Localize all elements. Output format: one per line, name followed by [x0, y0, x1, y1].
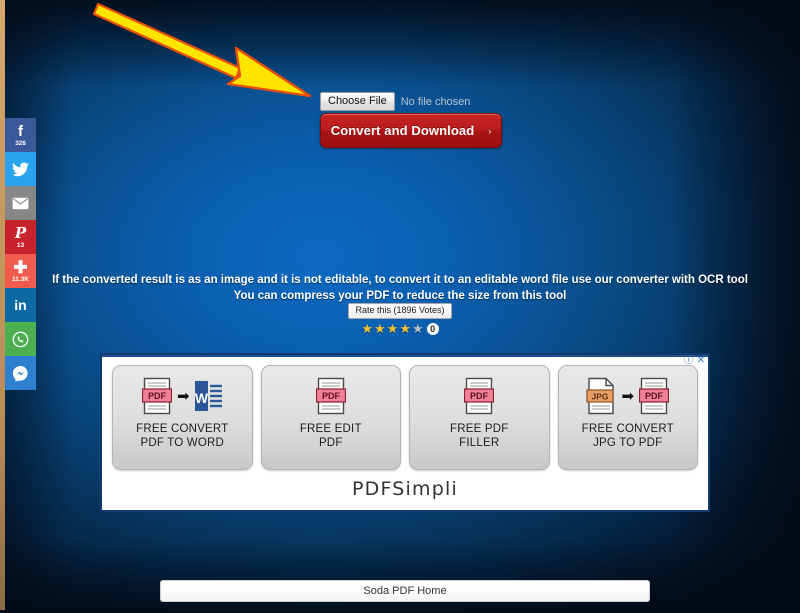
- ad-tile-label-line2: PDF TO WORD: [140, 437, 225, 449]
- right-arrow-icon: ➡: [176, 387, 190, 405]
- ad-tile-icon-group: JPG ➡ PDF: [586, 375, 670, 417]
- total-share-count: 11.3K: [12, 275, 29, 283]
- convert-button-label: Convert and Download: [330, 123, 475, 138]
- ad-tile-convert-pdf-to-word[interactable]: PDF ➡ W FREE CONVERT PDF TO WORD: [112, 365, 253, 470]
- twitter-icon: [12, 162, 29, 176]
- share-button-twitter[interactable]: [5, 152, 36, 186]
- chevron-right-icon: ›: [488, 125, 492, 136]
- share-button-more[interactable]: ✚ 11.3K: [5, 254, 36, 288]
- info-text-block: If the converted result is as an image a…: [0, 272, 800, 304]
- ad-tile-label-line2: PDF: [318, 437, 343, 449]
- ad-tile-icon-group: PDF: [315, 375, 346, 417]
- file-upload-row: Choose File No file chosen: [320, 92, 470, 111]
- ad-tile-label: FREE CONVERT PDF TO WORD: [136, 422, 228, 450]
- star-icon-4[interactable]: ★: [399, 322, 411, 335]
- choose-file-button[interactable]: Choose File: [320, 92, 395, 111]
- plus-icon: ✚: [13, 257, 28, 277]
- pdf-document-icon: PDF: [315, 377, 346, 415]
- ad-tile-label-line2: JPG TO PDF: [593, 437, 663, 449]
- ad-controls: ⓘ ✕: [684, 356, 705, 366]
- svg-text:JPG: JPG: [592, 392, 609, 402]
- star-icon-2[interactable]: ★: [374, 322, 386, 335]
- svg-text:PDF: PDF: [645, 391, 664, 401]
- ad-tile-label-line2: FILLER: [459, 437, 500, 449]
- star-icon-1[interactable]: ★: [361, 322, 373, 335]
- pinterest-share-count: 13: [16, 241, 25, 249]
- ad-tile-edit-pdf[interactable]: PDF FREE EDIT PDF: [260, 365, 401, 470]
- convert-and-download-button[interactable]: Convert and Download ›: [320, 113, 502, 148]
- svg-text:PDF: PDF: [148, 391, 167, 401]
- page-root: Choose File No file chosen Convert and D…: [0, 0, 800, 613]
- star-icon-5[interactable]: ★: [412, 322, 424, 335]
- ad-tile-label: FREE EDIT PDF: [300, 422, 362, 450]
- svg-text:W: W: [195, 390, 209, 406]
- ad-tile-label: FREE PDF FILLER: [450, 422, 508, 450]
- whatsapp-icon: [12, 331, 29, 347]
- ad-tile-icon-group: PDF: [464, 375, 495, 417]
- word-document-icon: W: [194, 381, 222, 411]
- info-line-compress: You can compress your PDF to reduce the …: [233, 290, 567, 302]
- ad-tile-label-line1: FREE PDF: [450, 423, 509, 435]
- share-button-pinterest[interactable]: P 13: [5, 220, 36, 254]
- soda-pdf-home-bar[interactable]: Soda PDF Home: [160, 580, 650, 602]
- star-rating-row[interactable]: ★ ★ ★ ★ ★ 0: [361, 322, 439, 335]
- share-button-facebook[interactable]: f 326: [5, 118, 36, 152]
- ad-tile-icon-group: PDF ➡ W: [141, 375, 223, 417]
- pdfsimpli-ad-banner[interactable]: ⓘ ✕ PDF ➡ W FREE CONVERT PDF TO WORD PDF…: [100, 353, 710, 512]
- messenger-icon: [12, 365, 28, 382]
- ad-tile-label: FREE CONVERT JPG TO PDF: [582, 422, 674, 450]
- adchoices-info-icon[interactable]: ⓘ: [684, 356, 694, 366]
- ad-tile-label-line1: FREE EDIT: [299, 423, 362, 435]
- rating-widget[interactable]: Rate this (1896 Votes) ★ ★ ★ ★ ★ 0: [0, 303, 800, 335]
- svg-text:PDF: PDF: [470, 391, 489, 401]
- share-button-email[interactable]: [5, 186, 36, 220]
- social-share-sidebar: f 326 P 13 ✚ 11.3K in: [5, 118, 36, 390]
- ad-close-icon[interactable]: ✕: [697, 356, 705, 366]
- pdf-document-icon: PDF: [639, 377, 670, 415]
- soda-pdf-home-label: Soda PDF Home: [363, 585, 447, 597]
- linkedin-icon: in: [14, 296, 27, 313]
- pdf-document-icon: PDF: [141, 377, 172, 415]
- pinterest-icon: P: [14, 223, 27, 242]
- no-file-chosen-label: No file chosen: [400, 95, 471, 108]
- ad-tile-convert-jpg-to-pdf[interactable]: JPG ➡ PDF FREE CONVERT JPG TO PDF: [557, 365, 698, 470]
- ad-tile-label-line1: FREE CONVERT: [136, 423, 229, 435]
- ad-brand-name: PDFSimpli: [352, 478, 458, 500]
- facebook-icon: f: [18, 122, 23, 140]
- right-arrow-icon: ➡: [621, 387, 635, 405]
- star-icon-3[interactable]: ★: [387, 322, 399, 335]
- share-button-whatsapp[interactable]: [5, 322, 36, 356]
- ad-tile-list: PDF ➡ W FREE CONVERT PDF TO WORD PDF FRE…: [102, 355, 708, 470]
- share-button-linkedin[interactable]: in: [5, 288, 36, 322]
- info-line-ocr: If the converted result is as an image a…: [52, 274, 748, 286]
- rate-this-tooltip: Rate this (1896 Votes): [348, 303, 452, 319]
- svg-text:PDF: PDF: [322, 391, 341, 401]
- facebook-share-count: 326: [15, 139, 26, 147]
- pdf-document-icon: PDF: [464, 377, 495, 415]
- ad-tile-label-line1: FREE CONVERT: [581, 423, 674, 435]
- jpg-document-icon: JPG: [586, 377, 615, 415]
- ad-top-strip: [102, 355, 708, 357]
- ad-tile-pdf-filler[interactable]: PDF FREE PDF FILLER: [409, 365, 550, 470]
- share-button-messenger[interactable]: [5, 356, 36, 390]
- vote-count-badge: 0: [426, 322, 439, 335]
- email-icon: [12, 197, 29, 209]
